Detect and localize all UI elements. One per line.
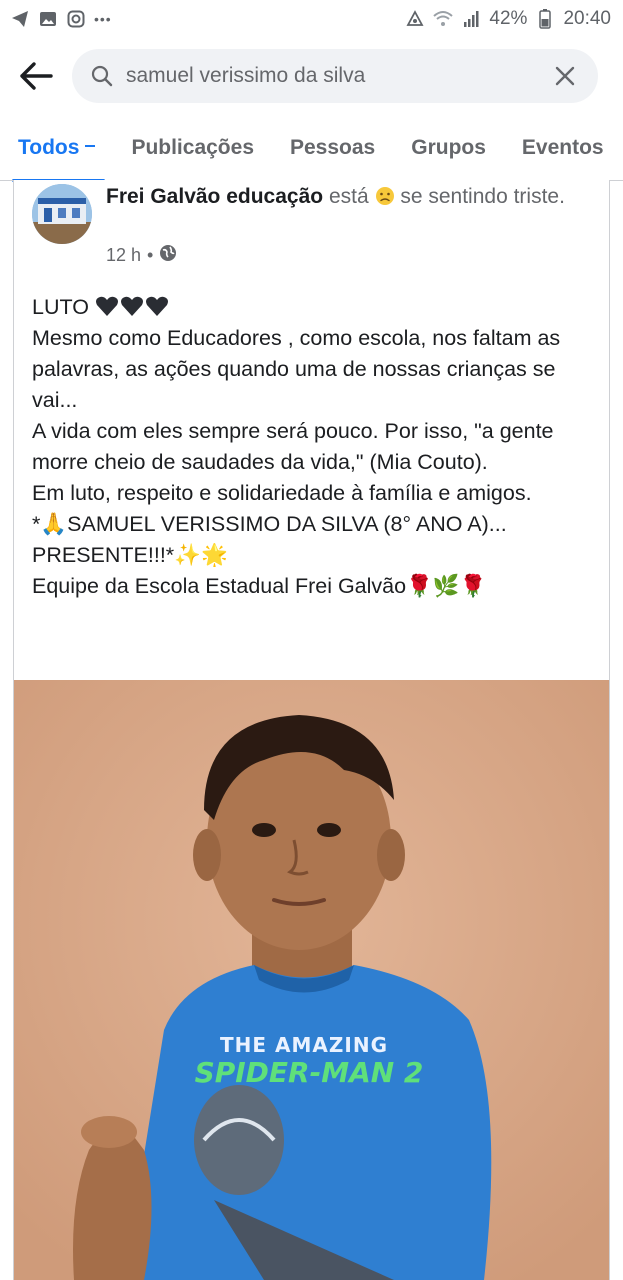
back-arrow-icon [20, 62, 53, 90]
tab-publicacoes[interactable]: Publicações [113, 124, 272, 182]
more-notifications-dots: ••• [94, 11, 112, 27]
back-button[interactable] [0, 46, 72, 106]
tab-label: Todos [18, 136, 80, 159]
black-heart-icon [145, 296, 168, 316]
search-input[interactable] [126, 64, 548, 88]
black-heart-icon [120, 296, 143, 316]
page-name-link[interactable]: Frei Galvão educação [106, 185, 323, 208]
close-icon [555, 66, 575, 86]
post-line-luto: LUTO [32, 292, 602, 323]
search-filter-tabs: Todos Publicações Pessoas Grupos Eventos [0, 124, 623, 182]
active-tab-dash [85, 145, 96, 148]
clear-search-button[interactable] [548, 59, 582, 93]
search-icon [91, 65, 113, 87]
post-line: Em luto, respeito e solidariedade à famí… [32, 481, 532, 505]
black-heart-icon [95, 296, 118, 316]
boy-portrait-image: THE AMAZING SPIDER-MAN 2 [14, 680, 609, 1280]
tab-label: Grupos [411, 136, 486, 159]
battery-percent: 42% [489, 8, 528, 29]
post-time[interactable]: 12 h [106, 245, 141, 266]
search-result-post[interactable]: Frei Galvão educação está se sentindo tr… [13, 180, 610, 1280]
post-text: LUTO Mesmo como Educadores , como escola… [32, 292, 602, 602]
post-line: Equipe da Escola Estadual Frei Galvão🌹🌿🌹 [32, 574, 487, 598]
tab-label: Pessoas [290, 136, 376, 159]
clock: 20:40 [563, 8, 611, 29]
status-bar: ••• 42% 20:40 [0, 0, 623, 38]
post-line: A vida com eles sempre será pouco. Por i… [32, 419, 554, 474]
post-line: Mesmo como Educadores , como escola, nos… [32, 326, 561, 412]
instagram-icon [66, 9, 86, 29]
tab-todos[interactable]: Todos [12, 124, 113, 182]
post-line: *🙏SAMUEL VERISSIMO DA SILVA (8° ANO A)..… [32, 512, 507, 567]
search-bar[interactable] [72, 49, 598, 103]
tab-pessoas[interactable]: Pessoas [272, 124, 393, 182]
signal-icon [461, 9, 481, 29]
feeling-text: se sentindo triste. [400, 185, 565, 208]
wifi-icon [433, 9, 454, 29]
post-author-line: Frei Galvão educação está se sentindo tr… [106, 182, 596, 211]
luto-text: LUTO [32, 295, 89, 319]
shirt-text-2: SPIDER-MAN 2 [195, 1056, 424, 1089]
tab-grupos[interactable]: Grupos [393, 124, 504, 182]
meta-separator: • [147, 245, 154, 265]
feeling-prefix: está [328, 185, 369, 208]
school-building-image [32, 184, 92, 244]
telegram-icon [10, 9, 30, 29]
sad-face-icon [375, 185, 401, 208]
shirt-text-1: THE AMAZING [220, 1033, 388, 1057]
post-header: Frei Galvão educação está se sentindo tr… [32, 182, 602, 274]
battery-icon [535, 9, 555, 29]
alarm-icon [405, 9, 425, 29]
post-meta: 12 h • [106, 244, 177, 267]
post-photo[interactable]: THE AMAZING SPIDER-MAN 2 [14, 680, 609, 1280]
tab-label: Eventos [521, 136, 604, 159]
tab-eventos[interactable]: Eventos [504, 124, 622, 182]
globe-icon [159, 244, 177, 267]
tab-label: Publicações [131, 136, 254, 159]
gallery-icon [38, 9, 58, 29]
search-header [0, 46, 623, 106]
page-avatar[interactable] [32, 184, 92, 244]
